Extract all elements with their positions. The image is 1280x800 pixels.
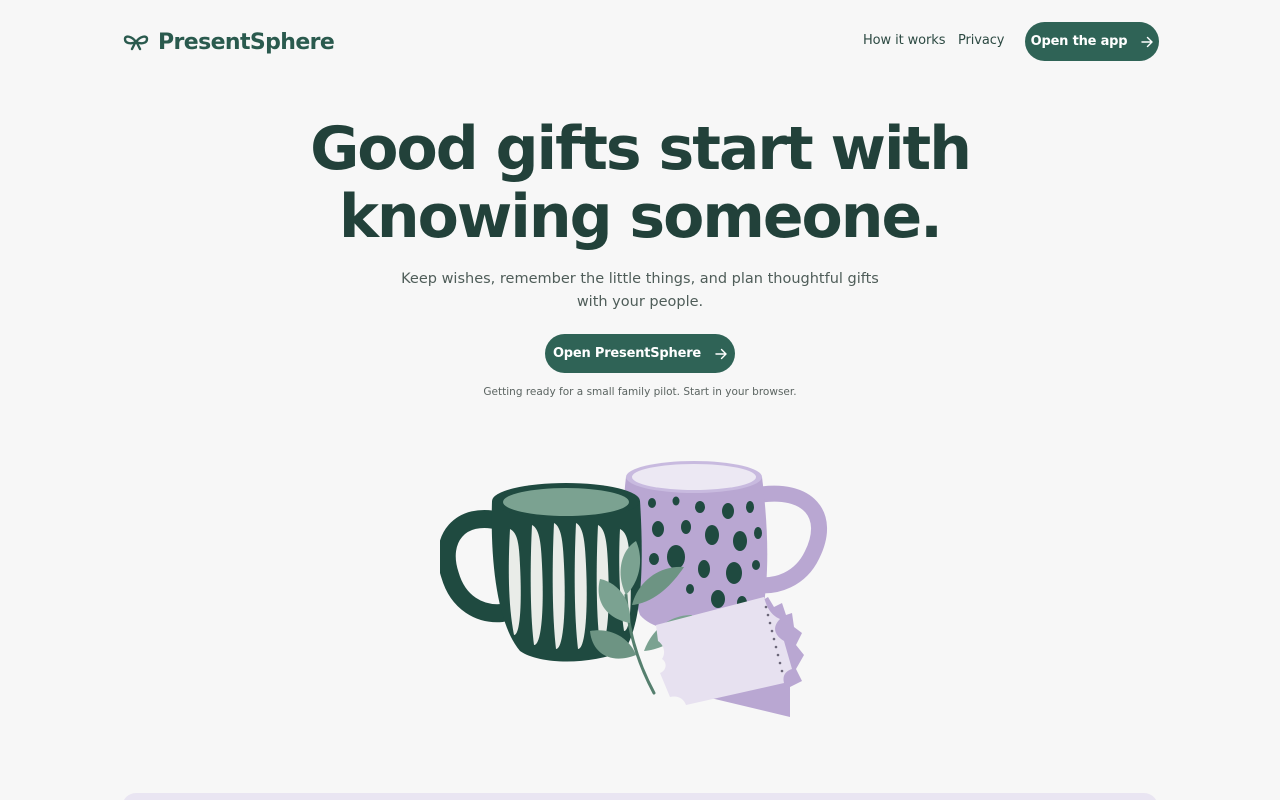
arrow-right-icon: [1141, 36, 1154, 47]
next-section-band: [122, 793, 1158, 800]
arrow-right-icon: [715, 348, 727, 359]
nav-link-privacy[interactable]: Privacy: [958, 33, 1004, 48]
nav-link-how-it-works[interactable]: How it works: [863, 33, 945, 48]
brand-name: PresentSphere: [158, 29, 335, 55]
hero-note: Getting ready for a small family pilot. …: [483, 386, 797, 398]
hero-subtitle: Keep wishes, remember the little things,…: [401, 271, 879, 310]
lavender-mug: [623, 461, 828, 634]
brand-logo[interactable]: PresentSphere: [123, 28, 335, 56]
hero-title: Good gifts start with knowing someone.: [310, 114, 972, 252]
open-presentsphere-button[interactable]: Open PresentSphere: [545, 334, 735, 373]
bow-icon: [123, 35, 149, 51]
open-app-label: Open the app: [1030, 34, 1128, 49]
top-nav: PresentSphere How it works Privacy Open …: [0, 0, 1280, 84]
mugs-illustration: [440, 461, 828, 717]
open-presentsphere-label: Open PresentSphere: [552, 346, 702, 361]
open-app-button[interactable]: Open the app: [1025, 22, 1159, 61]
